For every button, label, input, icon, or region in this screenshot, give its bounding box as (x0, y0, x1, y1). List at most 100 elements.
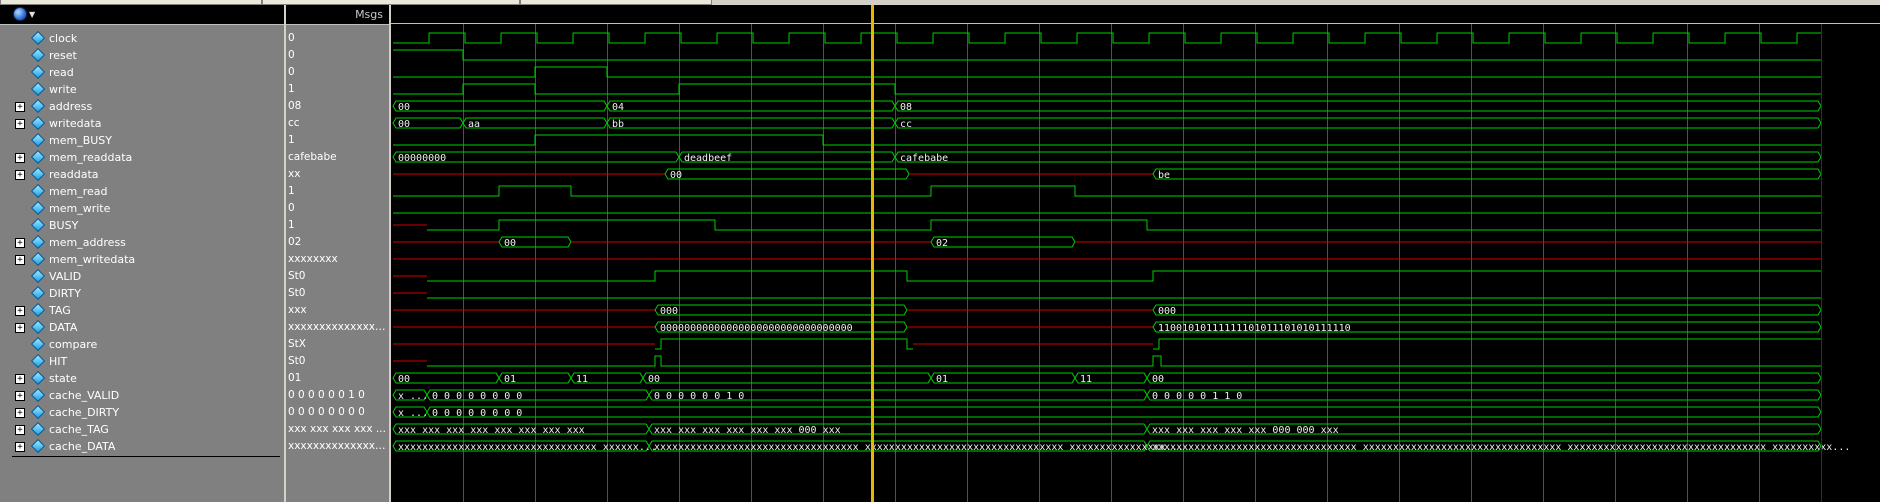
plus-expander-icon[interactable]: + (15, 374, 25, 384)
diamond-signal-icon (30, 319, 46, 335)
plus-expander-icon[interactable]: + (15, 323, 25, 333)
signal-name: DIRTY (49, 287, 81, 300)
diamond-signal-icon (30, 183, 46, 199)
state-seg-label: 00 (1152, 374, 1164, 385)
msgs-header: Msgs (286, 5, 389, 25)
signal-value: St0 (288, 270, 306, 282)
diamond-signal-icon (30, 336, 46, 352)
state-seg (1146, 372, 1822, 384)
signal-row-mem-read[interactable]: mem_read 1 (0, 183, 389, 200)
signal-row-readdata[interactable]: + readdata xx (0, 166, 389, 183)
diamond-signal-icon (30, 438, 46, 454)
signal-row-reset[interactable]: reset 0 (0, 47, 389, 64)
diamond-signal-icon (30, 404, 46, 420)
signal-row-mem-address[interactable]: + mem_address 02 (0, 234, 389, 251)
signal-row-mem-readdata[interactable]: + mem_readdata cafebabe (0, 149, 389, 166)
mem-readdata-seg (894, 151, 1822, 163)
signal-value: cafebabe (288, 151, 337, 163)
signal-row-read[interactable]: read 0 (0, 64, 389, 81)
diamond-signal-icon (30, 217, 46, 233)
waveform-pane[interactable]: 00 04 08 00 aa bb cc 00000000 deadbeef cafebabe 00… (391, 5, 1880, 502)
plus-expander-icon[interactable]: + (15, 306, 25, 316)
cache-dirty-seg-label: 0 0 0 0 0 0 0 0 (432, 408, 522, 419)
diamond-signal-icon (30, 115, 46, 131)
cache-data-seg-label: xxxxxxxxxxxxxxxxxxxxxxxxxxxxxxxxxx xxxxx… (654, 442, 1184, 453)
tag-seg (654, 304, 908, 316)
globe-icon[interactable] (13, 7, 27, 21)
plus-expander-icon[interactable]: + (15, 170, 25, 180)
signal-row-cache-valid[interactable]: + cache_VALID 0 0 0 0 0 0 1 0 (0, 387, 389, 404)
tag-seg (1152, 304, 1822, 316)
signal-row-compare[interactable]: compare StX (0, 336, 389, 353)
waveform-canvas[interactable]: 00 04 0800 aa bb cc00000000 deadbeef cafebabe00… (391, 5, 1880, 502)
mem-readdata-seg-label: 00000000 (398, 153, 446, 164)
signal-row-mem-writedata[interactable]: + mem_writedata xxxxxxxx (0, 251, 389, 268)
signal-row-busy[interactable]: BUSY 1 (0, 217, 389, 234)
plus-expander-icon[interactable]: + (15, 425, 25, 435)
signal-row-cache-dirty[interactable]: + cache_DIRTY 0 0 0 0 0 0 0 0 (0, 404, 389, 421)
address-seg (894, 100, 1822, 112)
signal-row-cache-tag[interactable]: + cache_TAG xxx xxx xxx xxx ... (0, 421, 389, 438)
signal-row-clock[interactable]: clock 0 (0, 30, 389, 47)
signal-value: St0 (288, 287, 306, 299)
signal-row-mem-busy[interactable]: mem_BUSY 1 (0, 132, 389, 149)
cache-tag-seg-label: xxx xxx xxx xxx xxx xxx xxx xxx (398, 425, 585, 436)
plus-expander-icon[interactable]: + (15, 408, 25, 418)
address-seg-label: 04 (612, 102, 624, 113)
state-seg-label: 11 (576, 374, 588, 385)
address-seg (392, 100, 608, 112)
state-seg-label: 00 (398, 374, 410, 385)
signal-name: cache_VALID (49, 389, 120, 402)
signal-name: write (49, 83, 77, 96)
diamond-signal-icon (30, 387, 46, 403)
state-seg-label: 01 (504, 374, 516, 385)
signal-name: DATA (49, 321, 78, 334)
signal-value: 01 (288, 372, 302, 384)
state-seg-label: 01 (936, 374, 948, 385)
signal-row-write[interactable]: write 1 (0, 81, 389, 98)
state-seg (642, 372, 932, 384)
mem-readdata-seg-label: cafebabe (900, 153, 948, 164)
signal-value: xxx xxx xxx xxx ... (288, 423, 386, 435)
signal-value: 0 (288, 32, 295, 44)
signal-row-writedata[interactable]: + writedata cc (0, 115, 389, 132)
readdata-seg (1152, 168, 1822, 180)
writedata-seg-label: 00 (398, 119, 410, 130)
signal-name: HIT (49, 355, 68, 368)
signal-row-tag[interactable]: + TAG xxx (0, 302, 389, 319)
cache-tag-seg-label: xxx xxx xxx xxx xxx 000 000 xxx (1152, 425, 1339, 436)
mem-address-seg-label: 00 (504, 238, 516, 249)
signal-row-address[interactable]: + address 08 (0, 98, 389, 115)
signal-row-dirty[interactable]: DIRTY St0 (0, 285, 389, 302)
plus-expander-icon[interactable]: + (15, 102, 25, 112)
time-cursor (871, 5, 874, 502)
writedata-seg-label: cc (900, 119, 912, 130)
signal-value: 0 (288, 66, 295, 78)
signal-name: mem_readdata (49, 151, 133, 164)
signal-value: 1 (288, 83, 295, 95)
signal-name: VALID (49, 270, 82, 283)
plus-expander-icon[interactable]: + (15, 255, 25, 265)
plus-expander-icon[interactable]: + (15, 238, 25, 248)
mem-address-seg-label: 02 (936, 238, 948, 249)
signal-row-data[interactable]: + DATA xxxxxxxxxxxxxxxxx... (0, 319, 389, 336)
signal-row-cache-data[interactable]: + cache_DATA xxxxxxxxxxxxxxx... (0, 438, 389, 455)
plus-expander-icon[interactable]: + (15, 442, 25, 452)
cache-valid-seg (1146, 389, 1822, 401)
signal-name: clock (49, 32, 78, 45)
plus-expander-icon[interactable]: + (15, 153, 25, 163)
signal-value: St0 (288, 355, 306, 367)
plus-expander-icon[interactable]: + (15, 391, 25, 401)
list-end-divider (12, 456, 280, 457)
signal-row-hit[interactable]: HIT St0 (0, 353, 389, 370)
diamond-signal-icon (30, 370, 46, 386)
diamond-signal-icon (30, 285, 46, 301)
plus-expander-icon[interactable]: + (15, 119, 25, 129)
signal-row-mem-write[interactable]: mem_write 0 (0, 200, 389, 217)
chevron-down-icon[interactable]: ▼ (29, 11, 35, 19)
signal-row-valid[interactable]: VALID St0 (0, 268, 389, 285)
read-wave (393, 66, 1821, 78)
signal-row-state[interactable]: + state 01 (0, 370, 389, 387)
readdata-seg-label: 00 (670, 170, 682, 181)
diamond-signal-icon (30, 166, 46, 182)
